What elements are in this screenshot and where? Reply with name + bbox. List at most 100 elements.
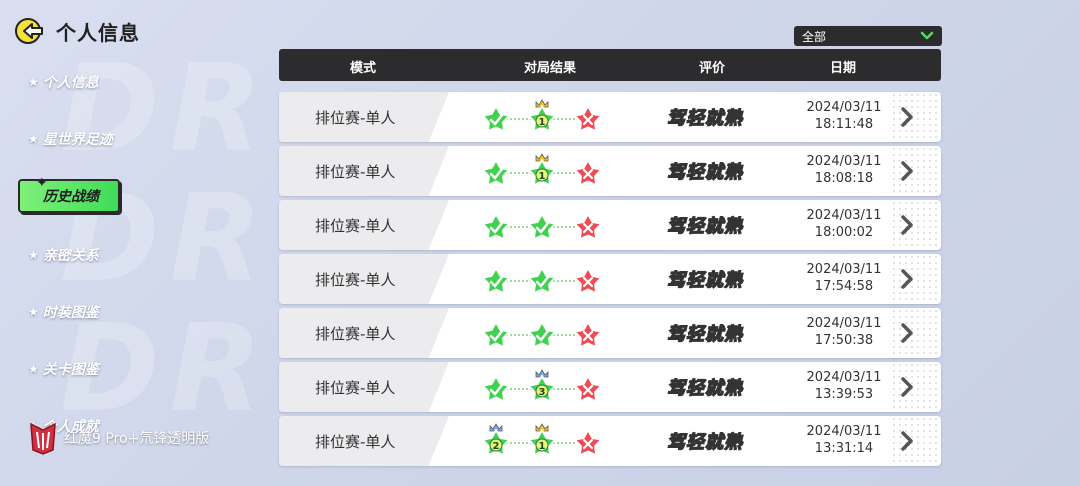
chevron-down-icon (920, 31, 934, 40)
row-time: 13:39:53 (814, 387, 874, 402)
row-date: 2024/03/11 (806, 154, 882, 169)
row-rating: 驾轻就熟 (666, 374, 757, 402)
sidebar-item-outfits[interactable]: ★ 时装图鉴 (28, 302, 99, 322)
row-datetime: 2024/03/11 18:11:48 (789, 99, 899, 133)
red-magic-logo-icon (30, 422, 56, 455)
eliminated-star-icon (573, 213, 603, 241)
placement-number: 2 (493, 441, 500, 452)
row-time: 17:50:38 (814, 333, 874, 348)
row-date: 2024/03/11 (806, 316, 882, 331)
chevron-right-icon[interactable] (899, 160, 915, 182)
row-rating: 驾轻就熟 (666, 104, 757, 132)
column-header-rating: 评价 (698, 61, 726, 76)
row-rating: 驾轻就熟 (666, 266, 757, 294)
row-mode: 排位赛-单人 (315, 433, 396, 451)
rating-text: 驾轻就熟 (666, 269, 743, 291)
table-row[interactable]: 排位赛-单人 驾轻就熟 2024/03/11 18:00:02 (279, 200, 941, 250)
placement-number: 1 (539, 117, 546, 128)
chevron-right-icon[interactable] (899, 322, 915, 344)
row-rating: 驾轻就熟 (666, 212, 757, 240)
table-row[interactable]: 排位赛-单人 1 驾轻就熟 2024/03/11 18:08:18 (279, 146, 941, 196)
rating-text: 驾轻就熟 (666, 107, 743, 129)
rating-text: 驾轻就熟 (666, 431, 743, 453)
table-row[interactable]: 排位赛-单人 21 驾轻就熟 2024/03/11 13:31:14 (279, 416, 941, 466)
filter-selected-value: 全部 (802, 29, 827, 44)
placement-star-icon: 2 (484, 429, 511, 457)
column-header-mode: 模式 (349, 61, 377, 76)
sidebar-item-label: 亲密关系 (42, 248, 99, 264)
back-arrow-icon[interactable] (14, 14, 48, 48)
rating-text: 驾轻就熟 (666, 323, 743, 345)
page-title: 个人信息 (56, 20, 140, 45)
rating-text: 驾轻就熟 (666, 377, 743, 399)
passed-star-icon (484, 213, 511, 241)
passed-star-icon (484, 321, 511, 349)
row-time: 17:54:58 (814, 279, 874, 294)
match-result-stages: 21 (484, 423, 603, 457)
rating-text: 驾轻就熟 (666, 161, 743, 183)
star-icon: ★ (28, 248, 39, 262)
sidebar-item-label: 关卡图鉴 (42, 362, 99, 378)
row-datetime: 2024/03/11 17:50:38 (789, 315, 899, 349)
row-time: 13:31:14 (814, 441, 874, 456)
match-result-stages (484, 267, 603, 295)
filter-dropdown[interactable]: 全部 (794, 26, 942, 46)
row-datetime: 2024/03/11 18:08:18 (789, 153, 899, 187)
star-icon: ★ (28, 75, 39, 89)
row-date: 2024/03/11 (806, 370, 882, 385)
sidebar-item-label: 历史战绩 (43, 189, 99, 205)
row-mode: 排位赛-单人 (315, 163, 396, 181)
row-datetime: 2024/03/11 18:00:02 (789, 207, 899, 241)
placement-number: 3 (539, 387, 546, 398)
sidebar-item-relationships[interactable]: ★ 亲密关系 (28, 245, 99, 265)
placement-star-icon: 1 (527, 105, 557, 133)
star-icon: ★ (28, 132, 39, 146)
sidebar-item-history[interactable]: ✦ 历史战绩 (18, 175, 120, 213)
row-date: 2024/03/11 (806, 262, 882, 277)
chevron-right-icon[interactable] (899, 106, 915, 128)
table-row[interactable]: 排位赛-单人 驾轻就熟 2024/03/11 17:50:38 (279, 308, 941, 358)
table-row[interactable]: 排位赛-单人 驾轻就熟 2024/03/11 17:54:58 (279, 254, 941, 304)
chevron-right-icon[interactable] (899, 214, 915, 236)
sidebar-item-levels[interactable]: ★ 关卡图鉴 (28, 359, 99, 379)
placement-star-icon: 1 (527, 159, 557, 187)
sidebar-item-personal-info[interactable]: ★ 个人信息 (28, 72, 99, 92)
match-result-stages: 1 (484, 153, 603, 187)
passed-star-icon (527, 213, 557, 241)
table-row[interactable]: 排位赛-单人 1 驾轻就熟 2024/03/11 18:11:48 (279, 92, 941, 142)
chevron-right-icon[interactable] (899, 268, 915, 290)
row-time: 18:08:18 (814, 171, 874, 186)
row-mode: 排位赛-单人 (315, 271, 396, 289)
sidebar-item-label: 时装图鉴 (42, 305, 99, 321)
table-row[interactable]: 排位赛-单人 3 驾轻就熟 2024/03/11 13:39:53 (279, 362, 941, 412)
row-rating: 驾轻就熟 (666, 158, 757, 186)
row-date: 2024/03/11 (806, 208, 882, 223)
passed-star-icon (484, 159, 511, 187)
eliminated-star-icon (573, 321, 603, 349)
column-header-result: 对局结果 (523, 61, 577, 76)
placement-star-icon: 1 (527, 429, 557, 457)
page-header: 个人信息 (14, 14, 140, 48)
table-header: 模式 对局结果 评价 日期 (279, 49, 941, 81)
rating-text: 驾轻就熟 (666, 215, 743, 237)
placement-number: 1 (539, 441, 546, 452)
row-date: 2024/03/11 (806, 424, 882, 439)
row-time: 18:11:48 (814, 117, 874, 132)
row-rating: 驾轻就熟 (666, 320, 757, 348)
match-result-stages (484, 213, 603, 241)
placement-star-icon: 3 (527, 375, 557, 403)
row-datetime: 2024/03/11 13:39:53 (789, 369, 899, 403)
row-datetime: 2024/03/11 13:31:14 (789, 423, 899, 457)
passed-star-icon (484, 267, 511, 295)
chevron-right-icon[interactable] (899, 430, 915, 452)
column-header-date: 日期 (829, 61, 857, 76)
row-time: 18:00:02 (814, 225, 874, 240)
chevron-right-icon[interactable] (899, 376, 915, 398)
watermark-text: 红魔9 Pro+氘锋透明版 (64, 431, 210, 447)
sidebar-item-star-world[interactable]: ★ 星世界足迹 (28, 129, 113, 149)
row-mode: 排位赛-单人 (315, 217, 396, 235)
row-rating: 驾轻就熟 (666, 428, 757, 456)
sidebar-item-label: 星世界足迹 (42, 132, 113, 148)
match-result-stages (484, 321, 603, 349)
eliminated-star-icon (573, 267, 603, 295)
